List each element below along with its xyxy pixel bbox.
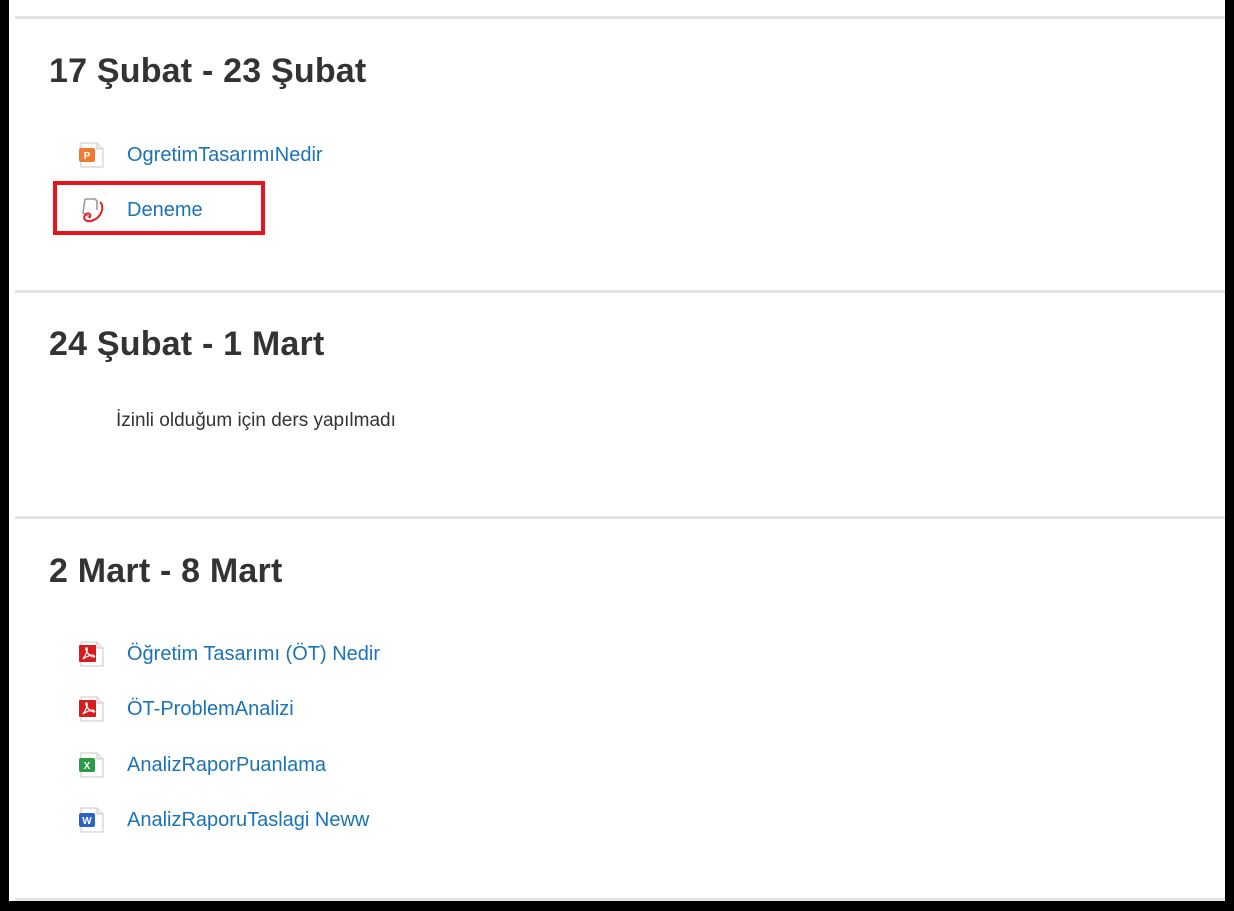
- section-title-week-2: 24 Şubat - 1 Mart: [49, 325, 325, 363]
- activity-link-label[interactable]: OgretimTasarımıNedir: [127, 144, 323, 167]
- pdf-file-icon: [78, 695, 106, 723]
- activity-analiz-raporu-taslagi[interactable]: W AnalizRaporuTaslagi Neww: [78, 805, 369, 835]
- svg-text:P: P: [84, 151, 91, 162]
- section-summary: İzinli olduğum için ders yapılmadı: [116, 410, 396, 431]
- activity-ot-problem-analizi[interactable]: ÖT-ProblemAnalizi: [78, 694, 294, 724]
- activity-analiz-rapor-puanlama[interactable]: X AnalizRaporPuanlama: [78, 750, 326, 780]
- activity-deneme[interactable]: Deneme: [78, 195, 203, 225]
- course-content-frame: 17 Şubat - 23 Şubat P OgretimTasarımıNed…: [9, 0, 1225, 901]
- assignment-icon: [78, 196, 106, 224]
- pdf-file-icon: [78, 640, 106, 668]
- svg-text:W: W: [82, 816, 92, 827]
- section-title-week-3: 2 Mart - 8 Mart: [49, 552, 283, 590]
- activity-link-label[interactable]: AnalizRaporPuanlama: [127, 754, 326, 777]
- section-title-week-1: 17 Şubat - 23 Şubat: [49, 52, 367, 90]
- activity-ogretim-tasarimi-nedir[interactable]: P OgretimTasarımıNedir: [78, 140, 323, 170]
- section-divider: [15, 16, 1225, 19]
- excel-file-icon: X: [78, 751, 106, 779]
- powerpoint-file-icon: P: [78, 141, 106, 169]
- svg-text:X: X: [84, 761, 91, 772]
- activity-ogretim-tasarimi-ot-nedir[interactable]: Öğretim Tasarımı (ÖT) Nedir: [78, 639, 380, 669]
- word-file-icon: W: [78, 806, 106, 834]
- section-divider: [15, 898, 1225, 901]
- section-divider: [15, 516, 1225, 519]
- activity-link-label[interactable]: Deneme: [127, 199, 203, 222]
- section-divider: [15, 290, 1225, 293]
- activity-link-label[interactable]: Öğretim Tasarımı (ÖT) Nedir: [127, 643, 380, 666]
- activity-link-label[interactable]: AnalizRaporuTaslagi Neww: [127, 809, 369, 832]
- activity-link-label[interactable]: ÖT-ProblemAnalizi: [127, 698, 294, 721]
